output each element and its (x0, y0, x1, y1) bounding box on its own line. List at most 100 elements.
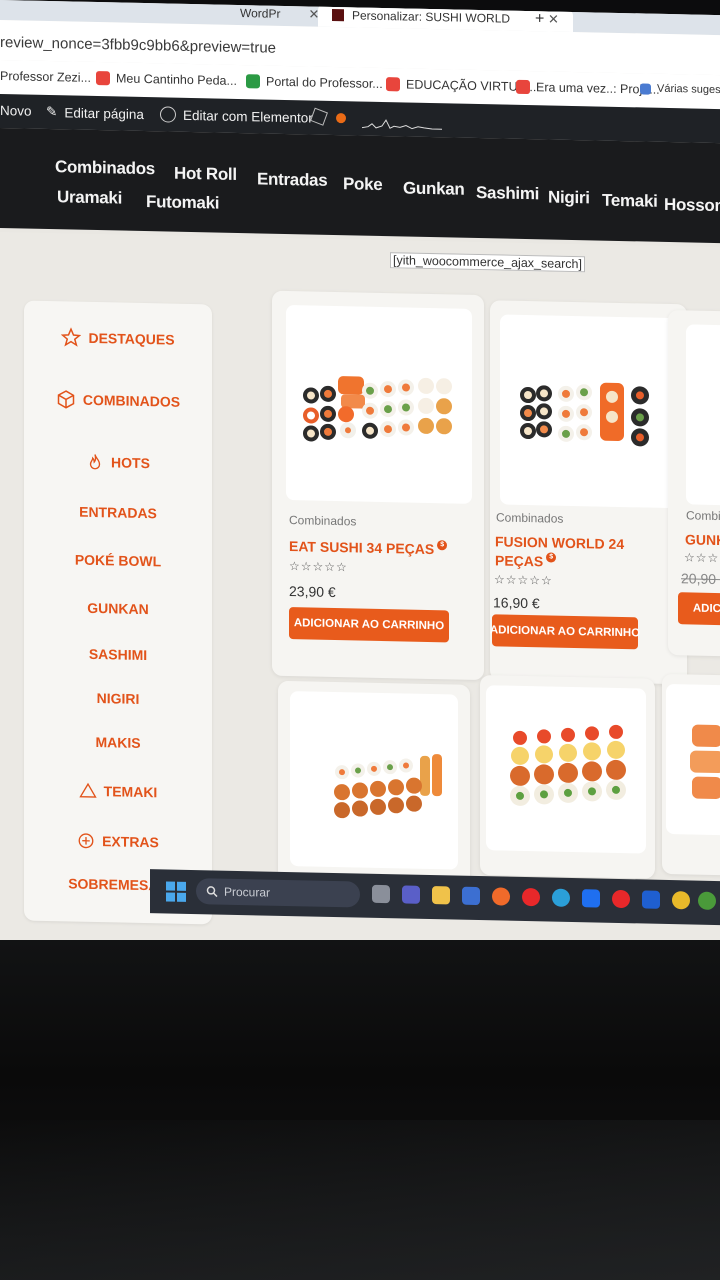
admin-new[interactable]: Novo (0, 103, 32, 119)
category-nigiri[interactable]: NIGIRI (24, 689, 212, 709)
taskbar-search-input[interactable]: Procurar (196, 878, 360, 908)
nav-hot-roll[interactable]: Hot Roll (174, 164, 237, 185)
triangle-icon (78, 782, 97, 798)
category-label: DESTAQUES (88, 329, 175, 348)
sushi-platter-image (303, 376, 452, 442)
new-tab-button[interactable]: + (535, 7, 544, 31)
store-icon[interactable] (462, 886, 480, 906)
rating-stars: ☆☆☆☆☆ (289, 559, 348, 575)
category-label: POKÉ BOWL (74, 551, 162, 570)
category-label: ENTRADAS (79, 503, 157, 522)
bookmark-item[interactable]: Meu Cantinho Peda... (96, 71, 237, 88)
file-explorer-icon[interactable] (432, 886, 450, 905)
product-title[interactable]: EAT SUSHI 34 PEÇAS $ (289, 537, 469, 560)
tab-label: Personalizar: SUSHI WORLD (352, 8, 511, 26)
product-image[interactable] (286, 304, 472, 504)
product-card: Combinados FUSION WORLD 24 PEÇAS $ ☆☆☆☆☆ … (490, 300, 687, 685)
site-header: Combinados Hot Roll Entradas Poke Gunkan… (0, 128, 720, 244)
nav-poke[interactable]: Poke (343, 174, 382, 195)
portal-icon (246, 74, 260, 89)
product-title-text: FUSION WORLD 24 PEÇAS (495, 533, 625, 570)
rating-stars: ☆☆☆☆☆ (494, 572, 553, 588)
nav-combinados[interactable]: Combinados (55, 157, 155, 179)
close-icon[interactable]: ✕ (548, 11, 559, 27)
teams-icon[interactable] (402, 885, 420, 904)
category-extras[interactable]: EXTRAS (24, 831, 212, 853)
star-icon (61, 327, 82, 347)
nav-gunkan[interactable]: Gunkan (403, 178, 465, 199)
category-gunkan[interactable]: GUNKAN (24, 599, 212, 619)
product-title[interactable]: GUNKA (685, 530, 720, 550)
admin-edit-elementor[interactable]: Editar com Elementor (160, 106, 313, 125)
category-hots[interactable]: HOTS (24, 451, 212, 475)
badge-icon: $ (546, 552, 557, 563)
opera-icon[interactable] (522, 887, 540, 907)
category-makis[interactable]: MAKIS (24, 733, 212, 753)
bookmark-label: Meu Cantinho Peda... (116, 71, 237, 88)
calendar-icon[interactable] (642, 890, 660, 909)
product-title[interactable]: FUSION WORLD 24 PEÇAS $ (495, 532, 625, 573)
category-destaques[interactable]: DESTAQUES (24, 327, 212, 351)
product-image[interactable] (486, 685, 646, 854)
product-image[interactable] (500, 314, 678, 509)
nav-uramaki[interactable]: Uramaki (57, 187, 122, 208)
category-temaki[interactable]: TEMAKI (24, 781, 212, 803)
bookmark-item[interactable]: Era uma vez..: Proje... (516, 79, 660, 97)
bookmark-item[interactable]: Portal do Professor... (246, 74, 383, 91)
sushi-platter-image (334, 754, 442, 819)
admin-edit-page[interactable]: ✎ Editar página (46, 104, 144, 122)
category-sidebar: DESTAQUES COMBINADOS HOTS ENTRADAS POKÉ … (24, 300, 212, 925)
product-image[interactable] (686, 324, 720, 506)
chrome-icon[interactable] (672, 891, 690, 910)
add-to-cart-button[interactable]: ADICIONAR AO CARRINHO (490, 614, 640, 650)
nav-futomaki[interactable]: Futomaki (146, 192, 219, 214)
product-image[interactable] (290, 691, 458, 870)
dropbox-icon[interactable] (582, 889, 600, 908)
admin-item-label: Novo (0, 103, 32, 119)
add-to-cart-button[interactable]: ADICIONAR AO CARRINHO (289, 607, 449, 643)
firefox-icon[interactable] (492, 887, 510, 906)
badge-icon: $ (437, 540, 448, 551)
product-price: 16,90 € (493, 594, 540, 612)
nav-nigiri[interactable]: Nigiri (548, 187, 590, 208)
bookmark-label: Professor Zezi... (0, 69, 91, 85)
blogger-icon (516, 79, 530, 95)
edge-icon[interactable] (552, 888, 570, 907)
category-label: SASHIMI (88, 645, 148, 664)
category-entradas[interactable]: ENTRADAS (24, 503, 212, 523)
blogger-icon (386, 77, 400, 92)
tab-wordpress[interactable]: WordPr ✕ (240, 1, 319, 27)
product-category: Combinados (289, 513, 357, 529)
nav-hossomaki[interactable]: Hossomaki (664, 195, 720, 217)
sushi-platter-image (520, 382, 649, 447)
nav-sashimi[interactable]: Sashimi (476, 183, 539, 204)
yoast-icon[interactable] (310, 107, 328, 126)
category-combinados[interactable]: COMBINADOS (24, 389, 212, 413)
product-card (278, 680, 470, 885)
bookmark-item[interactable]: Várias sugestõe (640, 82, 720, 96)
windows-start-icon[interactable] (166, 881, 186, 902)
category-label: TEMAKI (103, 783, 158, 801)
bookmark-item[interactable]: Professor Zezi... (0, 69, 91, 85)
task-view-icon[interactable] (372, 884, 390, 904)
product-category: Combin (686, 508, 720, 524)
nav-entradas[interactable]: Entradas (257, 169, 327, 190)
opera-gx-icon[interactable] (612, 889, 630, 909)
bookmark-label: Portal do Professor... (266, 74, 383, 92)
category-label: GUNKAN (87, 599, 149, 618)
product-image[interactable] (666, 683, 720, 836)
product-card: Combinados EAT SUSHI 34 PEÇAS $ ☆☆☆☆☆ 23,… (272, 290, 484, 681)
category-label: HOTS (111, 454, 150, 472)
elementor-icon (160, 106, 176, 123)
category-poke-bowl[interactable]: POKÉ BOWL (24, 551, 212, 571)
blogger-icon (96, 71, 110, 86)
add-to-cart-button[interactable]: ADICIO (678, 592, 720, 626)
chrome-profile-icon[interactable] (698, 891, 716, 910)
nav-temaki[interactable]: Temaki (602, 191, 658, 212)
product-card (480, 675, 655, 879)
category-sashimi[interactable]: SASHIMI (24, 645, 212, 665)
stats-sparkline-icon (362, 119, 442, 130)
search-icon (206, 886, 218, 898)
category-label: EXTRAS (102, 833, 159, 851)
bookmark-item[interactable]: EDUCAÇÃO VIRTUA... (386, 77, 536, 94)
